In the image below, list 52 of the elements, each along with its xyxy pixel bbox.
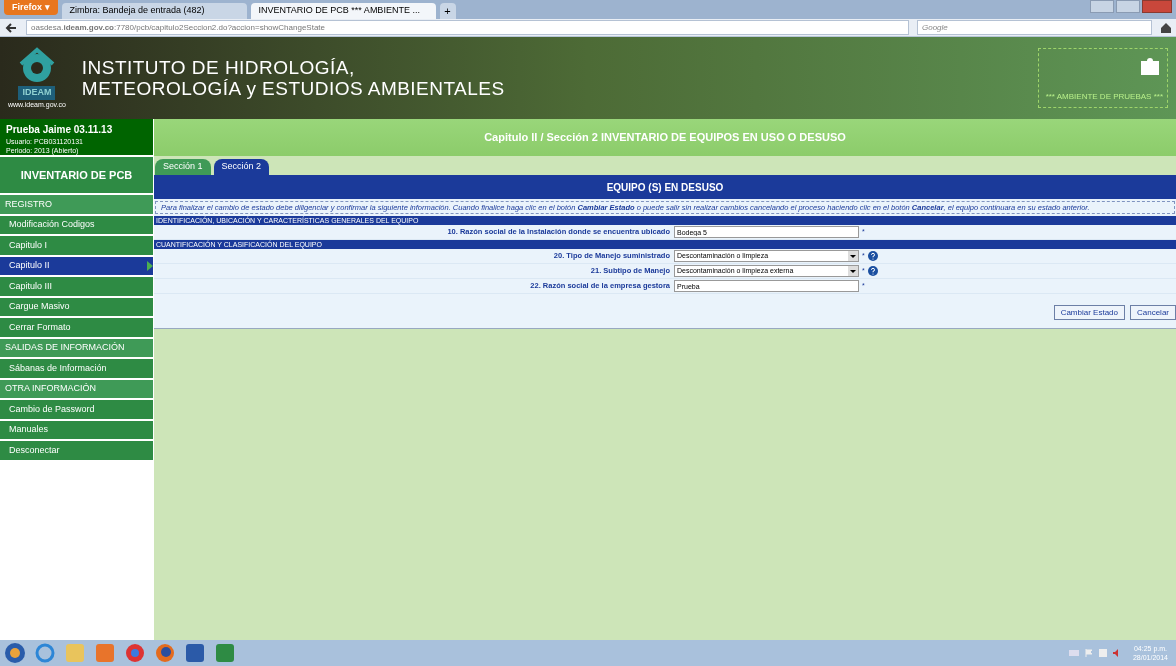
close-button[interactable] <box>1142 0 1172 13</box>
triangle-icon <box>147 260 153 271</box>
address-bar[interactable]: oasdesa.ideam.gov.co:7780/pcb/capitulo2Seccion2.do?accion=showChangeState <box>26 20 909 35</box>
menu-item[interactable]: Cambio de Password <box>0 400 153 419</box>
speaker-icon[interactable] <box>1112 649 1121 657</box>
flag-icon[interactable] <box>1084 649 1093 657</box>
help-icon[interactable] <box>867 266 878 276</box>
menu-item[interactable]: Modificación Codigos <box>0 215 153 234</box>
menu-section-heading: REGISTRO <box>0 195 153 214</box>
fox-browser-icon[interactable] <box>154 642 176 664</box>
globe-icon[interactable] <box>34 642 56 664</box>
browser-icon[interactable] <box>124 642 146 664</box>
media-player-icon[interactable] <box>94 642 116 664</box>
form-button[interactable]: Cambiar Estado <box>1053 305 1125 320</box>
institute-name: INSTITUTO DE HIDROLOGÍA, <box>81 57 356 78</box>
browser-tab[interactable]: INVENTARIO DE PCB *** AMBIENTE ... <box>250 3 436 19</box>
menu-section-heading: SALIDAS DE INFORMACIÓN <box>0 338 153 357</box>
menu-item[interactable]: Sábanas de Información <box>0 359 153 378</box>
page-title: Capitulo II / Sección 2 INVENTARIO DE EQUIPOS EN USO O DESUSO <box>154 119 1176 156</box>
restore-button[interactable] <box>1116 0 1140 13</box>
minimize-button[interactable] <box>1090 0 1114 13</box>
menu-item[interactable]: Capitulo II <box>0 256 153 275</box>
home-icon[interactable] <box>1160 21 1172 34</box>
spreadsheet-icon[interactable] <box>214 642 236 664</box>
keyboard-icon[interactable] <box>1068 650 1079 656</box>
help-icon[interactable] <box>867 251 878 261</box>
tab-title: Zimbra: Bandeja de entrada (482) <box>69 4 205 18</box>
menu-item[interactable]: Desconectar <box>0 441 153 460</box>
menu-item[interactable]: Capitulo I <box>0 236 153 255</box>
section-tab[interactable]: Sección 2 <box>213 159 270 175</box>
network-icon[interactable] <box>1098 649 1107 657</box>
sidebar-title: INVENTARIO DE PCB <box>0 157 153 193</box>
firefox-menu-button[interactable]: Firefox ▾ <box>4 0 58 15</box>
tab-title: INVENTARIO DE PCB *** AMBIENTE ... <box>258 4 420 18</box>
institute-name: METEOROLOGÍA y ESTUDIOS AMBIENTALES <box>81 78 505 99</box>
menu-section-heading: OTRA INFORMACIÓN <box>0 379 153 398</box>
user-name: Prueba Jaime 03.11.13 <box>6 123 114 137</box>
menu-item[interactable]: Cargue Masivo <box>0 297 153 316</box>
search-field[interactable]: Google <box>917 20 1152 35</box>
panel-title: EQUIPO (S) EN DESUSO <box>154 175 1176 199</box>
start-icon[interactable] <box>4 642 26 664</box>
browser-tab[interactable]: Zimbra: Bandeja de entrada (482) <box>61 3 247 19</box>
menu-item[interactable]: Capitulo III <box>0 277 153 296</box>
new-tab-button[interactable]: + <box>439 3 456 19</box>
document-icon[interactable] <box>184 642 206 664</box>
logo-text: IDEAM <box>18 86 56 100</box>
form-button[interactable]: Cancelar <box>1130 305 1176 320</box>
back-arrow-icon[interactable] <box>4 20 18 35</box>
menu-item[interactable]: Cerrar Formato <box>0 318 153 337</box>
section-tab[interactable]: Sección 1 <box>155 159 211 175</box>
menu-item[interactable]: Manuales <box>0 420 153 439</box>
environment-label: *** AMBIENTE DE PRUEBAS *** <box>1045 91 1163 103</box>
